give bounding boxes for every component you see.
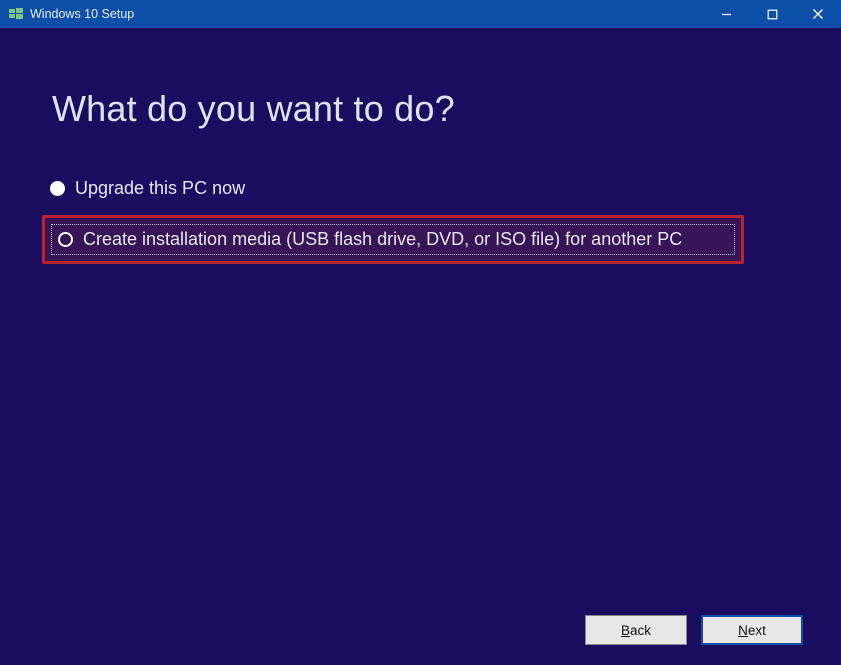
window-title: Windows 10 Setup (30, 7, 703, 21)
close-button[interactable] (795, 0, 841, 28)
option-create-media[interactable]: Create installation media (USB flash dri… (51, 224, 735, 255)
maximize-button[interactable] (749, 0, 795, 28)
options-group: Upgrade this PC now Create installation … (42, 172, 841, 264)
annotation-highlight: Create installation media (USB flash dri… (42, 215, 744, 264)
window-body: What do you want to do? Upgrade this PC … (0, 28, 841, 665)
titlebar: Windows 10 Setup (0, 0, 841, 28)
footer-buttons: Back Next (585, 615, 803, 645)
page-heading: What do you want to do? (52, 88, 841, 130)
option-label: Upgrade this PC now (75, 178, 245, 199)
next-button[interactable]: Next (701, 615, 803, 645)
option-label: Create installation media (USB flash dri… (83, 229, 682, 250)
back-button[interactable]: Back (585, 615, 687, 645)
minimize-button[interactable] (703, 0, 749, 28)
window-controls (703, 0, 841, 28)
app-icon (8, 6, 24, 22)
radio-icon (50, 181, 65, 196)
option-upgrade-now[interactable]: Upgrade this PC now (42, 172, 742, 205)
radio-icon (58, 232, 73, 247)
